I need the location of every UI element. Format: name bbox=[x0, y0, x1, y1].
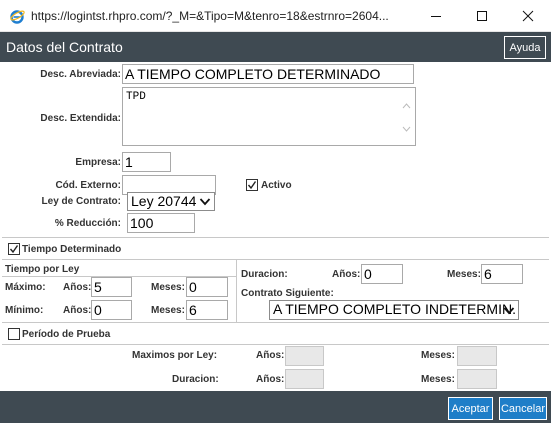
scrollbar-arrows-icon bbox=[402, 103, 411, 132]
chevron-down-icon bbox=[503, 307, 515, 315]
maximize-button[interactable] bbox=[459, 0, 505, 32]
section-divider bbox=[2, 344, 549, 345]
section-divider bbox=[2, 259, 549, 260]
dialog-title: Datos del Contrato bbox=[6, 39, 123, 55]
pp-max-meses-label: Meses: bbox=[421, 350, 455, 361]
cod-externo-label: Cód. Externo: bbox=[55, 180, 121, 191]
window-titlebar: https://logintst.rhpro.com/?_M=&Tipo=M&t… bbox=[0, 0, 551, 32]
empresa-input[interactable]: 1 bbox=[122, 152, 171, 172]
min-meses-input[interactable]: 6 bbox=[186, 300, 228, 320]
min-meses-label: Meses: bbox=[151, 305, 185, 316]
reduccion-label: % Reducción: bbox=[54, 218, 121, 229]
desc-extendida-textarea[interactable]: TPD bbox=[122, 87, 416, 146]
desc-abreviada-input[interactable]: A TIEMPO COMPLETO DETERMINADO bbox=[122, 64, 414, 84]
maximo-label: Máximo: bbox=[5, 282, 46, 293]
desc-extendida-text: TPD bbox=[126, 91, 146, 103]
dur-meses-label: Meses: bbox=[447, 269, 481, 280]
pp-max-anios-label: Años: bbox=[256, 350, 285, 361]
maximize-icon bbox=[477, 11, 487, 21]
max-meses-label: Meses: bbox=[151, 282, 185, 293]
pp-duracion-label: Duracion: bbox=[172, 374, 219, 385]
max-anios-input[interactable]: 5 bbox=[91, 277, 132, 297]
pp-dur-meses-input bbox=[457, 369, 497, 389]
minimize-button[interactable] bbox=[413, 0, 459, 32]
activo-checkbox[interactable] bbox=[246, 179, 258, 191]
periodo-prueba-label: Período de Prueba bbox=[22, 329, 111, 340]
ley-contrato-select[interactable]: Ley 20744 bbox=[127, 192, 215, 211]
desc-abreviada-label: Desc. Abreviada: bbox=[40, 69, 121, 80]
dialog-header: Datos del Contrato Ayuda bbox=[0, 32, 551, 62]
pp-max-anios-input bbox=[285, 346, 324, 366]
pp-max-meses-input bbox=[457, 346, 497, 366]
min-anios-input[interactable]: 0 bbox=[91, 300, 132, 320]
textarea-scrollbar[interactable] bbox=[399, 89, 414, 144]
dur-meses-input[interactable]: 6 bbox=[481, 264, 523, 284]
check-icon bbox=[9, 245, 19, 254]
pp-dur-meses-label: Meses: bbox=[421, 374, 455, 385]
contrato-siguiente-value: A TIEMPO COMPLETO INDETERMIN. bbox=[273, 301, 516, 317]
chevron-down-icon bbox=[199, 198, 211, 206]
empresa-label: Empresa: bbox=[75, 157, 121, 168]
contrato-siguiente-select[interactable]: A TIEMPO COMPLETO INDETERMIN. bbox=[269, 300, 519, 320]
minimo-label: Mínimo: bbox=[5, 305, 44, 316]
ley-contrato-value: Ley 20744 bbox=[131, 193, 197, 209]
help-button[interactable]: Ayuda bbox=[504, 36, 546, 59]
max-anios-label: Años: bbox=[63, 282, 92, 293]
ie-icon bbox=[10, 10, 25, 24]
contrato-siguiente-label: Contrato Siguiente: bbox=[241, 288, 334, 299]
check-icon bbox=[247, 181, 257, 190]
tiempo-por-ley-label: Tiempo por Ley bbox=[5, 264, 80, 275]
tiempo-determinado-label: Tiempo Determinado bbox=[22, 244, 122, 255]
section-divider bbox=[2, 322, 549, 323]
desc-extendida-label: Desc. Extendida: bbox=[40, 113, 121, 124]
pp-dur-anios-label: Años: bbox=[256, 374, 285, 385]
accept-button[interactable]: Aceptar bbox=[448, 397, 493, 420]
min-anios-label: Años: bbox=[63, 305, 92, 316]
reduccion-input[interactable]: 100 bbox=[127, 213, 195, 233]
max-meses-input[interactable]: 0 bbox=[186, 277, 228, 297]
section-divider bbox=[2, 237, 549, 238]
cancel-button[interactable]: Cancelar bbox=[499, 397, 547, 420]
duracion-label: Duracion: bbox=[241, 269, 288, 280]
minimize-icon bbox=[431, 16, 441, 17]
periodo-prueba-checkbox[interactable] bbox=[8, 328, 20, 340]
activo-label: Activo bbox=[261, 180, 292, 191]
close-icon bbox=[522, 10, 534, 22]
pp-dur-anios-input bbox=[285, 369, 324, 389]
dialog-footer: Aceptar Cancelar bbox=[0, 391, 551, 423]
dur-anios-label: Años: bbox=[332, 269, 361, 280]
maximos-ley-label: Maximos por Ley: bbox=[132, 350, 218, 361]
close-button[interactable] bbox=[505, 0, 551, 32]
column-divider bbox=[236, 259, 237, 322]
window-url: https://logintst.rhpro.com/?_M=&Tipo=M&t… bbox=[31, 9, 389, 23]
ley-contrato-label: Ley de Contrato: bbox=[41, 196, 121, 207]
tiempo-determinado-checkbox[interactable] bbox=[8, 243, 20, 255]
dur-anios-input[interactable]: 0 bbox=[361, 264, 403, 284]
